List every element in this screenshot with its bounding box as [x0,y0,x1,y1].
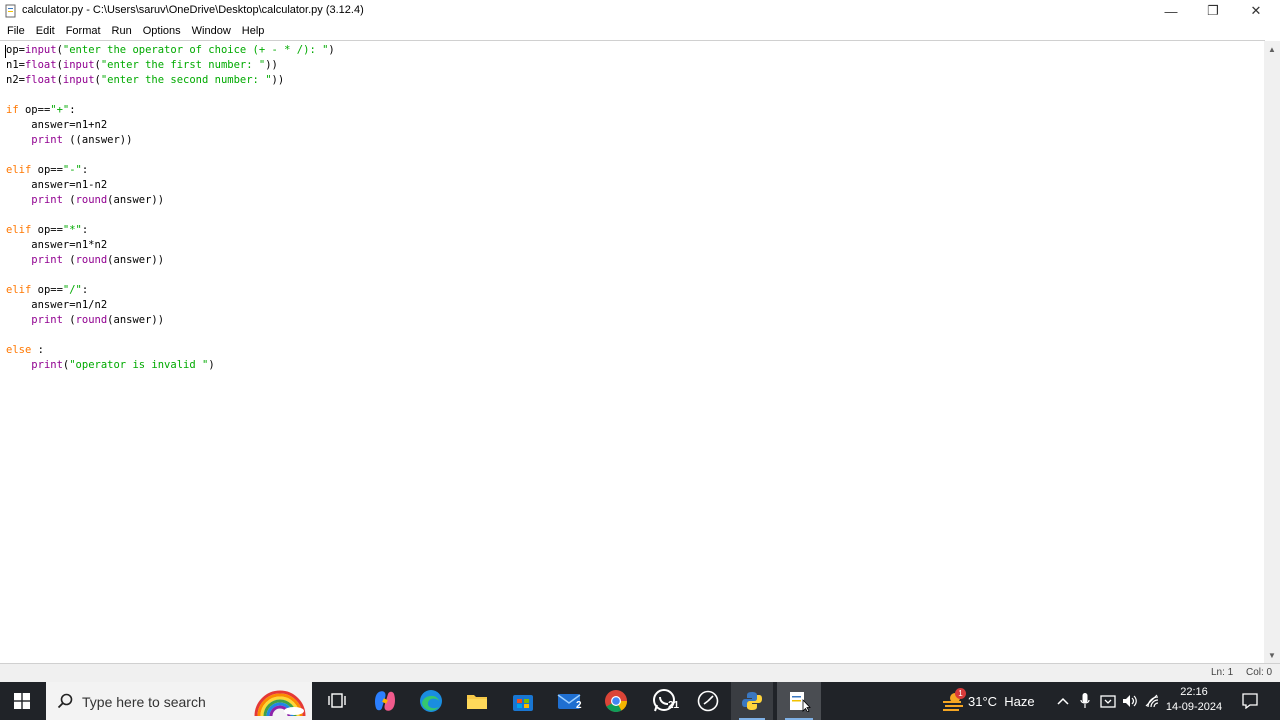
status-bar: Ln: 1 Col: 0 [0,664,1280,682]
copilot-icon [375,691,395,711]
search-icon [57,693,73,709]
weather-text-button[interactable]: 31°C Haze [968,682,1040,720]
notification-icon [1242,693,1258,709]
weather-badge: 1 [955,688,966,699]
title-bar[interactable]: calculator.py - C:\Users\saruv\OneDrive\… [0,0,1280,22]
menu-edit[interactable]: Edit [31,25,61,37]
minimize-icon: — [1164,3,1178,19]
taskbar: Type here to search 2 21 1 31°C Haze 22:… [0,682,1280,720]
code-text[interactable]: op=input("enter the operator of choice (… [6,43,335,373]
idle-file-icon [5,4,16,18]
edge-button[interactable] [410,682,452,720]
restore-button[interactable]: ❐ [1191,0,1235,22]
idle-editor-icon [790,692,811,712]
edge-icon [420,690,442,712]
shield-icon [1100,695,1116,708]
scroll-up-icon[interactable]: ▲ [1264,41,1280,57]
weather-text: 31°C Haze [968,693,1035,709]
clock-app-button[interactable] [690,682,726,720]
status-line: Ln: 1 [1211,667,1234,678]
volume-button[interactable] [1120,682,1140,720]
weather-button[interactable]: 1 [938,682,968,720]
status-col: Col: 0 [1246,667,1273,678]
task-view-button[interactable] [318,682,356,720]
idle-shell-button[interactable] [731,682,773,720]
clock-time: 22:16 [1180,686,1208,698]
mail-button[interactable]: 2 [548,682,594,720]
clock-date: 14-09-2024 [1165,701,1223,713]
security-button[interactable] [1097,682,1119,720]
show-hidden-icons-button[interactable] [1052,682,1074,720]
restore-icon: ❐ [1207,3,1219,18]
store-button[interactable] [502,682,544,720]
task-view-icon [328,693,346,708]
search-highlight-rainbow-icon [254,690,306,716]
menu-window[interactable]: Window [187,25,237,37]
mail-badge: 2 [576,700,582,711]
chevron-up-icon [1057,697,1069,705]
scroll-down-icon[interactable]: ▼ [1264,647,1280,663]
microphone-button[interactable] [1075,682,1095,720]
clock-app-icon [697,690,719,712]
menu-file[interactable]: File [2,25,31,37]
close-button[interactable]: ✕ [1234,0,1278,22]
whatsapp-button[interactable]: 21 [640,682,688,720]
store-icon [513,695,533,711]
folder-icon [467,695,487,709]
microphone-icon [1080,693,1090,708]
menu-format[interactable]: Format [61,25,107,37]
chrome-button[interactable] [596,682,636,720]
python-idle-icon [742,692,762,710]
windows-logo-icon [14,693,30,709]
menu-options[interactable]: Options [138,25,187,37]
file-explorer-button[interactable] [456,682,498,720]
minimize-button[interactable]: — [1149,0,1193,22]
taskbar-search[interactable]: Type here to search [46,682,312,720]
idle-editor-button[interactable] [777,682,821,720]
speaker-icon [1123,695,1137,707]
whatsapp-badge: 21 [668,700,680,711]
menu-help[interactable]: Help [237,25,271,37]
close-icon: ✕ [1250,3,1262,18]
vertical-scrollbar[interactable]: ▲ ▼ [1264,41,1280,663]
system-clock[interactable]: 22:16 14-09-2024 [1160,685,1228,715]
search-placeholder: Type here to search [82,694,206,710]
notifications-button[interactable] [1236,682,1264,720]
code-editor[interactable]: op=input("enter the operator of choice (… [0,41,1264,663]
menu-run[interactable]: Run [107,25,138,37]
copilot-button[interactable] [364,682,406,720]
wifi-icon [1145,694,1159,708]
menu-bar: File Edit Format Run Options Window Help [0,22,1280,40]
text-cursor [5,45,6,58]
window-title: calculator.py - C:\Users\saruv\OneDrive\… [22,4,364,16]
chrome-icon [605,690,627,712]
start-button[interactable] [0,682,44,720]
